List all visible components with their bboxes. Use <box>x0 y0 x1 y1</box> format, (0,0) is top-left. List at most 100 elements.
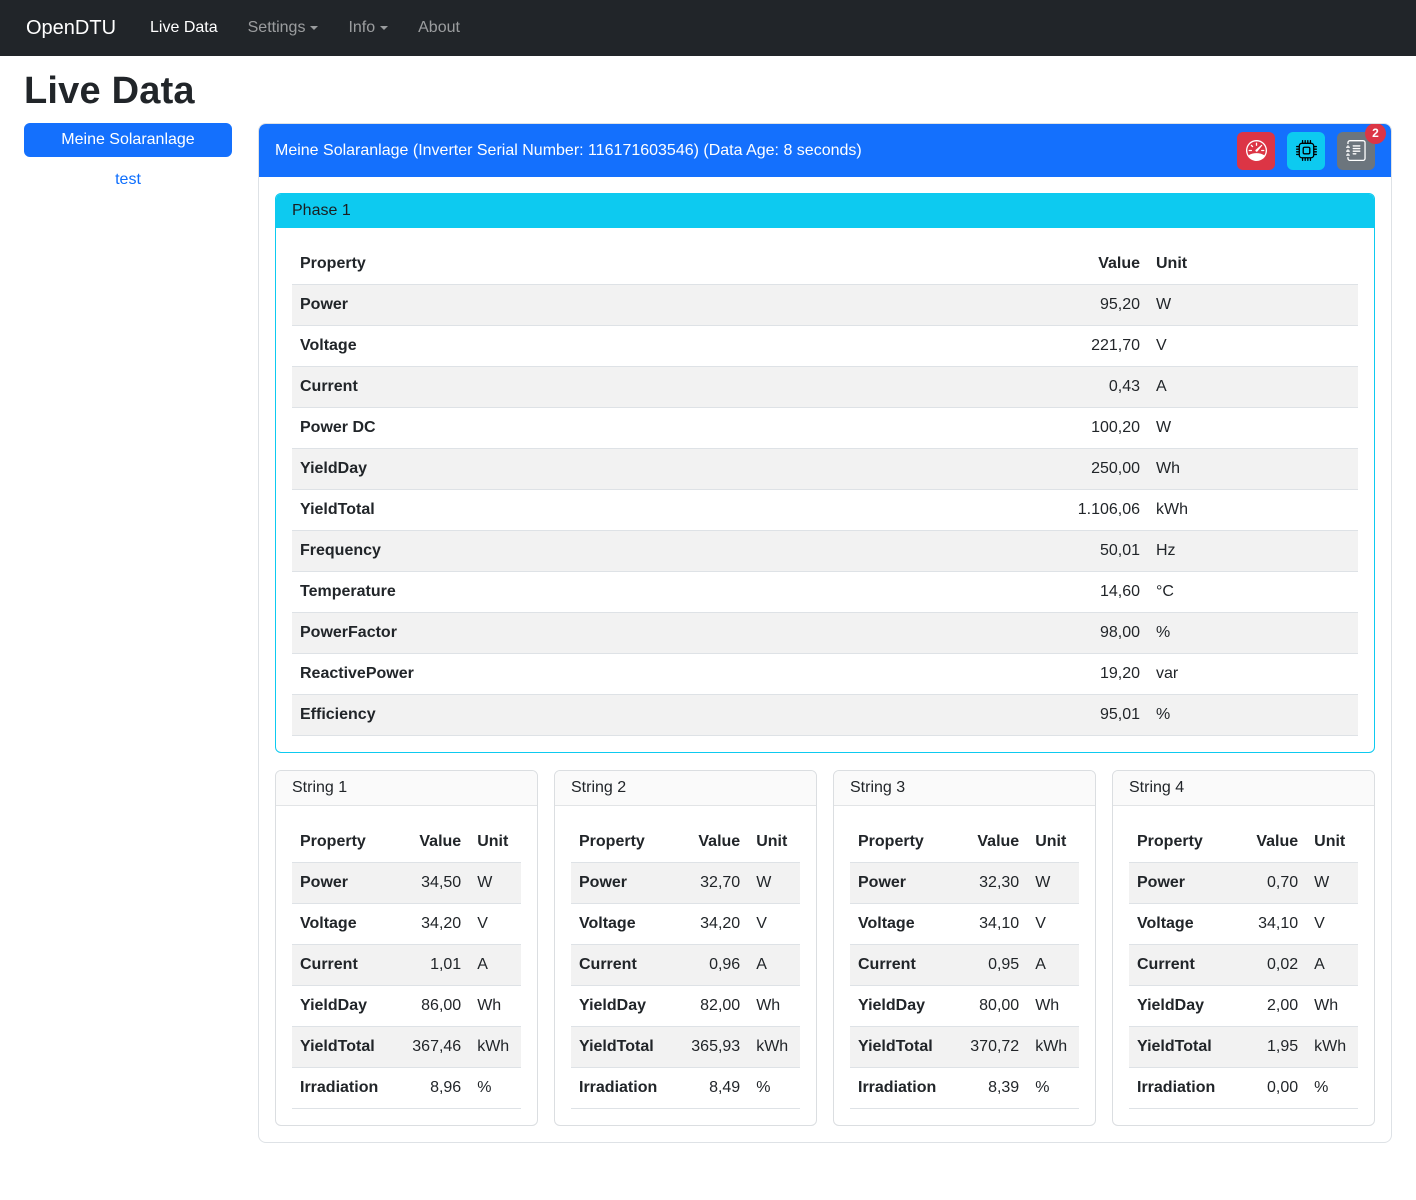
unit-cell: A <box>1306 945 1358 986</box>
inverter-link-test[interactable]: test <box>24 171 232 189</box>
nav-item-about[interactable]: About <box>410 11 468 45</box>
value-cell: 8,49 <box>665 1068 748 1109</box>
value-cell: 14,60 <box>1038 572 1148 613</box>
property-cell: PowerFactor <box>292 613 1038 654</box>
value-cell: 370,72 <box>944 1027 1027 1068</box>
unit-cell: var <box>1148 654 1358 695</box>
strings-row: String 1 PropertyValueUnit Power34,50WVo… <box>275 770 1375 1126</box>
unit-cell: W <box>1306 863 1358 904</box>
property-cell: Current <box>571 945 665 986</box>
unit-cell: V <box>469 904 521 945</box>
table-row: Power32,30W <box>850 863 1079 904</box>
string-card-body: PropertyValueUnit Power34,50WVoltage34,2… <box>276 806 537 1109</box>
column-header: Property <box>850 822 944 863</box>
unit-cell: W <box>1027 863 1079 904</box>
value-cell: 1.106,06 <box>1038 490 1148 531</box>
column-header: Unit <box>1027 822 1079 863</box>
unit-cell: Wh <box>748 986 800 1027</box>
limit-settings-button[interactable] <box>1237 132 1275 170</box>
value-cell: 0,96 <box>665 945 748 986</box>
property-cell: Current <box>1129 945 1223 986</box>
property-cell: Power DC <box>292 408 1038 449</box>
chevron-down-icon <box>310 26 318 30</box>
nav-item-settings[interactable]: Settings <box>240 11 327 45</box>
value-cell: 34,10 <box>944 904 1027 945</box>
string-table: PropertyValueUnit Power34,50WVoltage34,2… <box>292 822 521 1109</box>
inverter-panel: Meine Solaranlage (Inverter Serial Numbe… <box>258 123 1392 1143</box>
table-row: Voltage34,10V <box>850 904 1079 945</box>
table-row: YieldDay86,00Wh <box>292 986 521 1027</box>
unit-cell: A <box>1027 945 1079 986</box>
journal-text-icon <box>1346 140 1367 161</box>
nav-item-label: Settings <box>248 19 306 36</box>
property-cell: Voltage <box>292 904 386 945</box>
table-row: Current0,02A <box>1129 945 1358 986</box>
unit-cell: A <box>469 945 521 986</box>
unit-cell: % <box>748 1068 800 1109</box>
table-row: YieldTotal367,46kWh <box>292 1027 521 1068</box>
table-header-row: PropertyValueUnit <box>571 822 800 863</box>
property-cell: YieldTotal <box>571 1027 665 1068</box>
unit-cell: Wh <box>469 986 521 1027</box>
property-cell: Power <box>292 863 386 904</box>
navbar: OpenDTU Live Data Settings Info About <box>0 0 1416 56</box>
value-cell: 250,00 <box>1038 449 1148 490</box>
nav-item-info[interactable]: Info <box>340 11 396 45</box>
inverter-sidebar: Meine Solaranlage test <box>24 123 232 189</box>
unit-cell: Hz <box>1148 531 1358 572</box>
table-row: YieldTotal365,93kWh <box>571 1027 800 1068</box>
table-row: Current0,43A <box>292 367 1358 408</box>
property-cell: Irradiation <box>850 1068 944 1109</box>
column-header: Unit <box>1306 822 1358 863</box>
table-row: YieldDay250,00Wh <box>292 449 1358 490</box>
unit-cell: Wh <box>1148 449 1358 490</box>
property-cell: YieldTotal <box>292 1027 386 1068</box>
column-header: Property <box>571 822 665 863</box>
property-cell: Power <box>850 863 944 904</box>
column-header: Value <box>386 822 469 863</box>
table-row: Current0,96A <box>571 945 800 986</box>
table-row: YieldTotal370,72kWh <box>850 1027 1079 1068</box>
table-row: YieldDay2,00Wh <box>1129 986 1358 1027</box>
event-log-button[interactable]: 2 <box>1337 132 1375 170</box>
unit-cell: W <box>469 863 521 904</box>
brand[interactable]: OpenDTU <box>26 17 116 40</box>
phase-card: Phase 1 PropertyValueUnit Power95,20WVol… <box>275 193 1375 753</box>
unit-cell: Wh <box>1027 986 1079 1027</box>
unit-cell: V <box>748 904 800 945</box>
value-cell: 80,00 <box>944 986 1027 1027</box>
unit-cell: V <box>1148 326 1358 367</box>
event-count-badge: 2 <box>1365 123 1386 144</box>
property-cell: Irradiation <box>292 1068 386 1109</box>
table-row: Voltage34,20V <box>292 904 521 945</box>
table-row: Voltage34,10V <box>1129 904 1358 945</box>
string-card-3: String 3 PropertyValueUnit Power32,30WVo… <box>833 770 1096 1126</box>
table-row: Power32,70W <box>571 863 800 904</box>
property-cell: Power <box>571 863 665 904</box>
string-table: PropertyValueUnit Power32,70WVoltage34,2… <box>571 822 800 1109</box>
property-cell: YieldDay <box>1129 986 1223 1027</box>
value-cell: 8,96 <box>386 1068 469 1109</box>
table-row: Irradiation8,49% <box>571 1068 800 1109</box>
unit-cell: % <box>469 1068 521 1109</box>
value-cell: 32,70 <box>665 863 748 904</box>
value-cell: 0,70 <box>1223 863 1306 904</box>
speedometer-icon <box>1246 140 1267 161</box>
string-card-title: String 3 <box>834 771 1095 806</box>
column-header: Value <box>1223 822 1306 863</box>
column-header: Property <box>1129 822 1223 863</box>
property-cell: YieldTotal <box>1129 1027 1223 1068</box>
panel-header-buttons: 2 <box>1237 132 1375 170</box>
table-row: Frequency50,01Hz <box>292 531 1358 572</box>
device-info-button[interactable] <box>1287 132 1325 170</box>
column-header: Unit <box>1148 244 1358 285</box>
property-cell: Irradiation <box>1129 1068 1223 1109</box>
property-cell: Current <box>850 945 944 986</box>
table-row: Voltage221,70V <box>292 326 1358 367</box>
value-cell: 2,00 <box>1223 986 1306 1027</box>
inverter-select-button[interactable]: Meine Solaranlage <box>24 123 232 157</box>
table-header-row: PropertyValueUnit <box>850 822 1079 863</box>
nav-item-live-data[interactable]: Live Data <box>142 11 226 45</box>
unit-cell: % <box>1306 1068 1358 1109</box>
property-cell: YieldTotal <box>850 1027 944 1068</box>
